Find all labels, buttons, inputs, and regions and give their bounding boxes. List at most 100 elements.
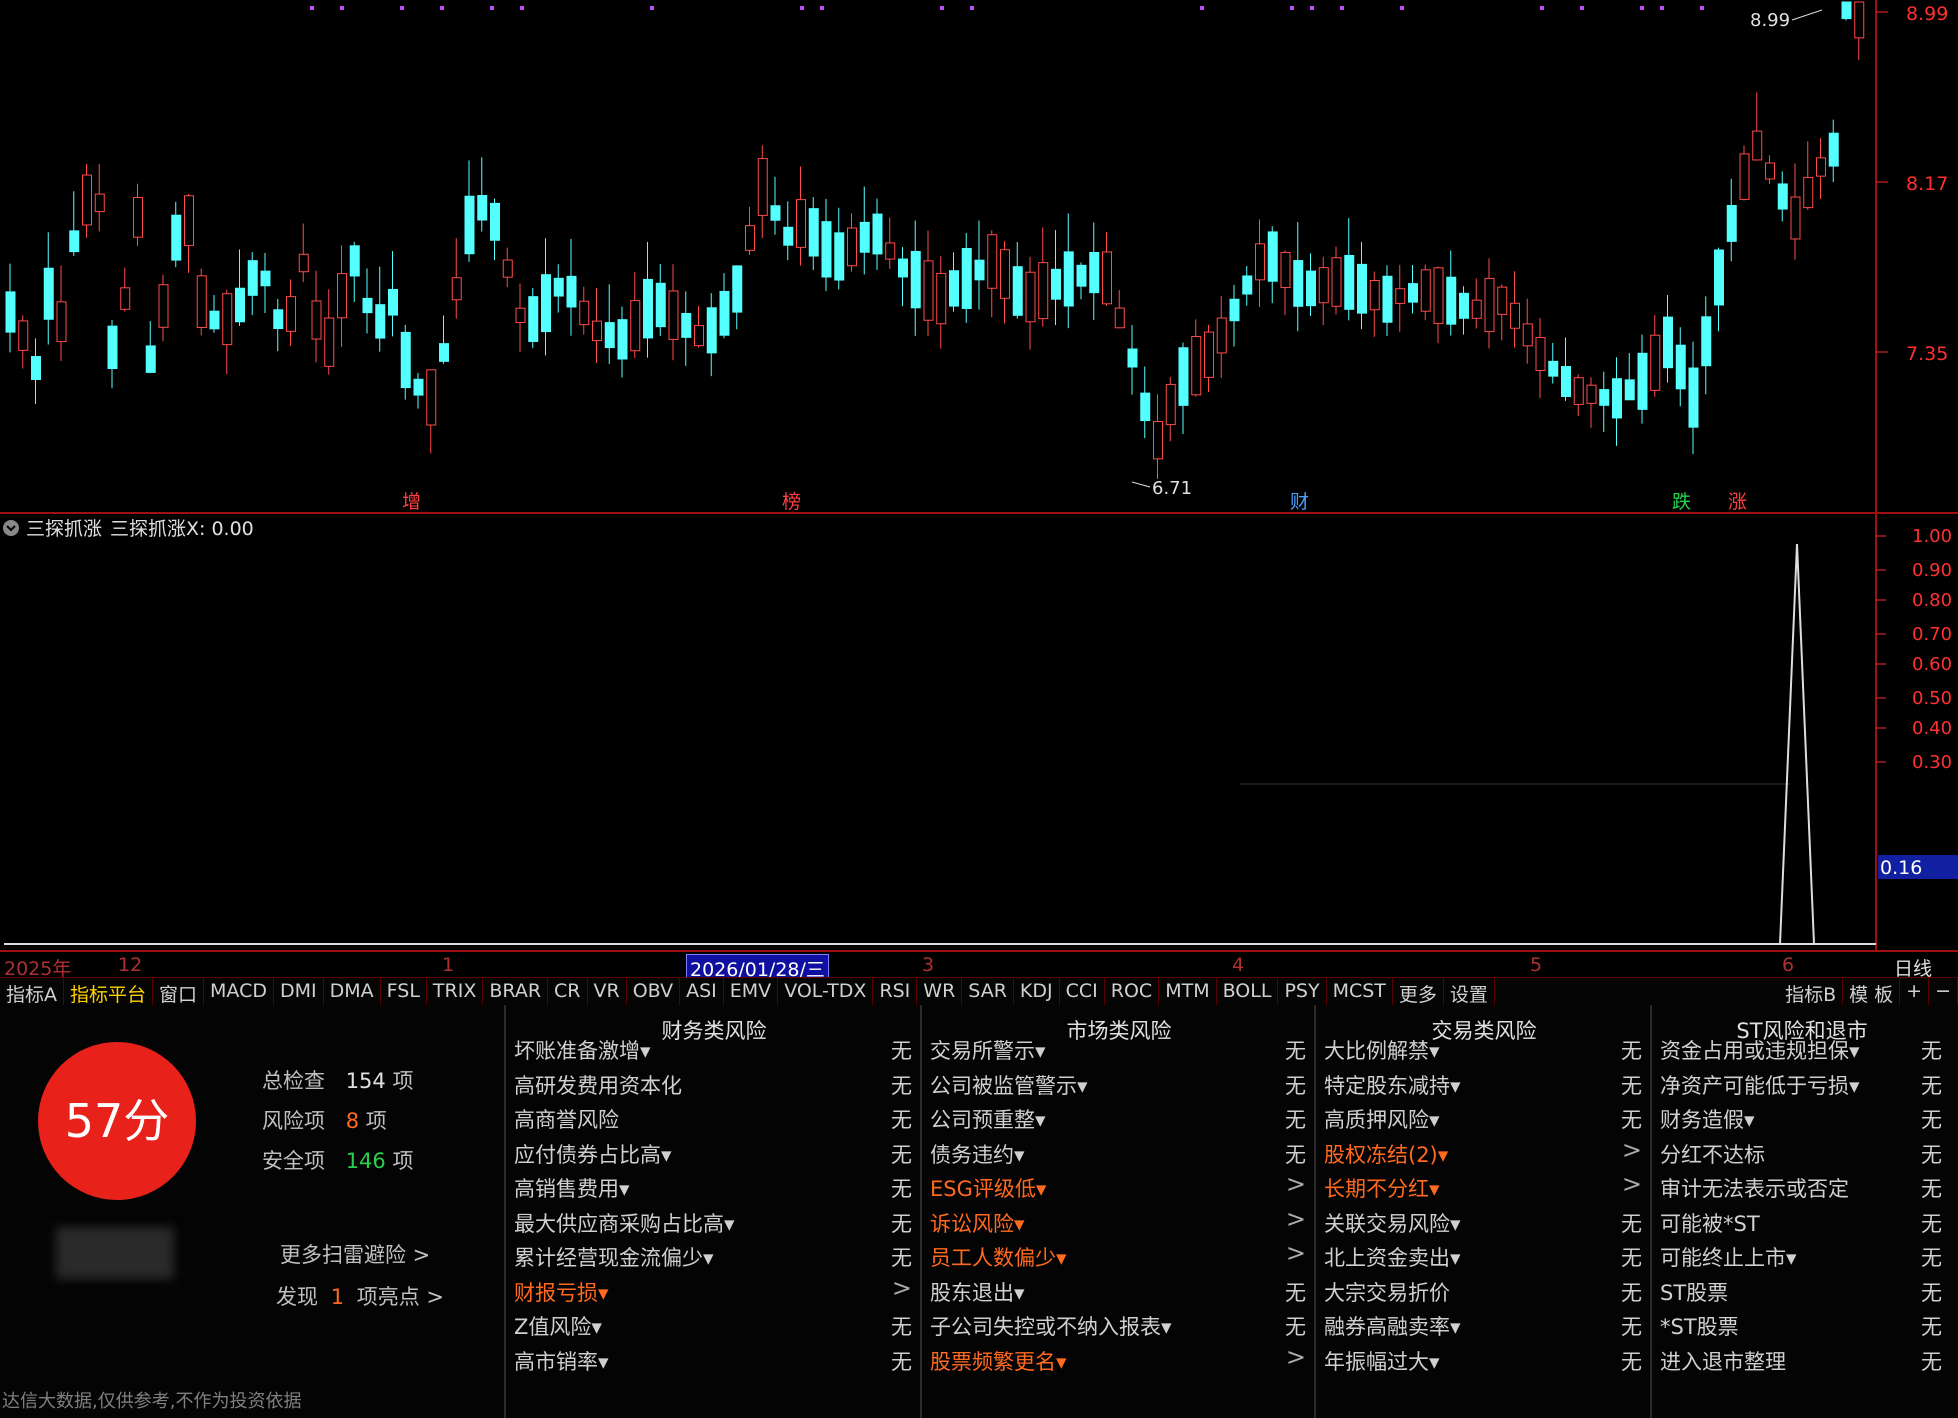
risk-row[interactable]: 高销售费用▾ 无 bbox=[514, 1173, 912, 1205]
risk-items: 风险项 8 项 bbox=[262, 1105, 387, 1135]
risk-row[interactable]: 子公司失控或不纳入报表▾ 无 bbox=[930, 1311, 1306, 1343]
risk-row[interactable]: 高市销率▾ 无 bbox=[514, 1346, 912, 1378]
risk-row[interactable]: 审计无法表示或否定 无 bbox=[1660, 1173, 1942, 1205]
tab-wr[interactable]: WR bbox=[917, 978, 963, 1005]
chevron-right-icon[interactable]: > bbox=[1286, 1343, 1306, 1371]
tab--[interactable]: 窗口 bbox=[153, 978, 205, 1006]
tab--[interactable]: 设置 bbox=[1444, 978, 1495, 1006]
risk-row[interactable]: 融券高融卖率▾ 无 bbox=[1324, 1311, 1642, 1343]
tab-right-1[interactable]: 模 板 bbox=[1843, 978, 1901, 1006]
tab-roc[interactable]: ROC bbox=[1105, 978, 1160, 1005]
risk-row[interactable]: 坏账准备激增▾ 无 bbox=[514, 1035, 912, 1067]
tab-vr[interactable]: VR bbox=[588, 978, 627, 1005]
tab--[interactable]: 更多 bbox=[1393, 978, 1444, 1006]
tab-right-3[interactable]: − bbox=[1929, 978, 1958, 1005]
price-chart[interactable]: 8.99 8.17 7.35 8.99 6.71 增 榜 财 跌 涨 bbox=[0, 0, 1958, 512]
chevron-right-icon[interactable]: > bbox=[1286, 1205, 1306, 1233]
tab-dma[interactable]: DMA bbox=[324, 978, 381, 1005]
tab-vol-tdx[interactable]: VOL-TDX bbox=[778, 978, 874, 1005]
indicator-axis-tick: 0.30 bbox=[1912, 752, 1952, 773]
tab-dmi[interactable]: DMI bbox=[274, 978, 324, 1005]
risk-row[interactable]: Z值风险▾ 无 bbox=[514, 1311, 912, 1343]
tab-rsi[interactable]: RSI bbox=[873, 978, 918, 1005]
risk-row[interactable]: 公司被监管警示▾ 无 bbox=[930, 1070, 1306, 1102]
chevron-right-icon[interactable]: > bbox=[892, 1274, 912, 1302]
risk-row[interactable]: *ST股票 无 bbox=[1660, 1311, 1942, 1343]
chevron-right-icon[interactable]: > bbox=[1286, 1170, 1306, 1198]
risk-row[interactable]: 交易所警示▾ 无 bbox=[930, 1035, 1306, 1067]
candle bbox=[375, 304, 386, 339]
tab-trix[interactable]: TRIX bbox=[427, 978, 484, 1005]
risk-row-label: 员工人数偏少▾ bbox=[930, 1246, 1067, 1270]
risk-row[interactable]: 股票频繁更名▾ > bbox=[930, 1343, 1306, 1378]
tab--[interactable]: 指标平台 bbox=[64, 978, 154, 1006]
risk-row[interactable]: 财务造假▾ 无 bbox=[1660, 1104, 1942, 1136]
tab-cr[interactable]: CR bbox=[548, 978, 588, 1005]
risk-row[interactable]: 大比例解禁▾ 无 bbox=[1324, 1035, 1642, 1067]
chevron-right-icon[interactable]: > bbox=[1622, 1136, 1642, 1164]
tab-mcst[interactable]: MCST bbox=[1327, 978, 1393, 1005]
chevron-right-icon[interactable]: > bbox=[1622, 1170, 1642, 1198]
risk-row[interactable]: 诉讼风险▾ > bbox=[930, 1205, 1306, 1240]
risk-row[interactable]: 北上资金卖出▾ 无 bbox=[1324, 1242, 1642, 1274]
risk-items-value: 8 bbox=[345, 1109, 360, 1133]
tab-sar[interactable]: SAR bbox=[962, 978, 1014, 1005]
tab-cci[interactable]: CCI bbox=[1060, 978, 1105, 1005]
risk-row[interactable]: 可能被*ST 无 bbox=[1660, 1208, 1942, 1240]
candle bbox=[1357, 263, 1367, 314]
highlights-link[interactable]: 发现 1 项亮点 > bbox=[276, 1281, 444, 1311]
risk-column-2: 交易类风险 大比例解禁▾ 无特定股东减持▾ 无高质押风险▾ 无股权冻结(2)▾ > 长期不分… bbox=[1314, 1005, 1652, 1418]
risk-row[interactable]: 累计经营现金流偏少▾ 无 bbox=[514, 1242, 912, 1274]
risk-row[interactable]: 年振幅过大▾ 无 bbox=[1324, 1346, 1642, 1378]
risk-row[interactable]: ESG评级低▾ > bbox=[930, 1170, 1306, 1205]
risk-row[interactable]: 高商誉风险 无 bbox=[514, 1104, 912, 1136]
tab-fsl[interactable]: FSL bbox=[381, 978, 427, 1005]
risk-row[interactable]: 最大供应商采购占比高▾ 无 bbox=[514, 1208, 912, 1240]
tab--a[interactable]: 指标A bbox=[0, 978, 64, 1006]
tab-mtm[interactable]: MTM bbox=[1159, 978, 1217, 1005]
risk-row[interactable]: 可能终止上市▾ 无 bbox=[1660, 1242, 1942, 1274]
tab-right-0[interactable]: 指标B bbox=[1779, 978, 1844, 1006]
event-marker-die[interactable]: 跌 bbox=[1672, 491, 1691, 512]
tab-brar[interactable]: BRAR bbox=[483, 978, 549, 1005]
tab-boll[interactable]: BOLL bbox=[1217, 978, 1279, 1005]
risk-row[interactable]: 关联交易风险▾ 无 bbox=[1324, 1208, 1642, 1240]
risk-row[interactable]: 高研发费用资本化 无 bbox=[514, 1070, 912, 1102]
tab-asi[interactable]: ASI bbox=[680, 978, 724, 1005]
risk-row[interactable]: 大宗交易折价 无 bbox=[1324, 1277, 1642, 1309]
risk-row[interactable]: 进入退市整理 无 bbox=[1660, 1346, 1942, 1378]
tab-emv[interactable]: EMV bbox=[724, 978, 779, 1005]
risk-row[interactable]: 股东退出▾ 无 bbox=[930, 1277, 1306, 1309]
candle bbox=[1612, 378, 1622, 419]
risk-row-value: 无 bbox=[891, 1177, 912, 1201]
tab-kdj[interactable]: KDJ bbox=[1014, 978, 1060, 1005]
candle bbox=[311, 300, 322, 340]
tab-macd[interactable]: MACD bbox=[204, 978, 274, 1005]
high-price-label: 8.99 bbox=[1750, 10, 1790, 31]
event-marker-zeng[interactable]: 增 bbox=[402, 491, 421, 512]
risk-row[interactable]: 高质押风险▾ 无 bbox=[1324, 1104, 1642, 1136]
risk-row[interactable]: 财报亏损▾ > bbox=[514, 1274, 912, 1309]
risk-row-value: 无 bbox=[1921, 1073, 1942, 1098]
risk-row[interactable]: 长期不分红▾ > bbox=[1324, 1170, 1642, 1205]
risk-row[interactable]: 资金占用或违规担保▾ 无 bbox=[1660, 1035, 1942, 1067]
risk-row[interactable]: 净资产可能低于亏损▾ 无 bbox=[1660, 1070, 1942, 1102]
chevron-right-icon[interactable]: > bbox=[1286, 1239, 1306, 1267]
risk-row[interactable]: 特定股东减持▾ 无 bbox=[1324, 1070, 1642, 1102]
risk-row[interactable]: 分红不达标 无 bbox=[1660, 1139, 1942, 1171]
risk-row[interactable]: 员工人数偏少▾ > bbox=[930, 1239, 1306, 1274]
more-scan-link[interactable]: 更多扫雷避险 > bbox=[280, 1239, 430, 1269]
collapse-icon[interactable] bbox=[3, 520, 19, 536]
risk-row[interactable]: 应付债券占比高▾ 无 bbox=[514, 1139, 912, 1171]
tab-right-2[interactable]: + bbox=[1900, 978, 1930, 1005]
tab-obv[interactable]: OBV bbox=[627, 978, 681, 1005]
indicator-chart[interactable]: 三探抓涨 三探抓涨X: 0.00 1.00 0.90 0.80 0.70 0.60 0.5… bbox=[0, 514, 1958, 950]
event-marker-cai[interactable]: 财 bbox=[1290, 491, 1309, 512]
risk-row[interactable]: 债务违约▾ 无 bbox=[930, 1139, 1306, 1171]
event-marker-bang[interactable]: 榜 bbox=[782, 491, 801, 512]
event-marker-zhang[interactable]: 涨 bbox=[1728, 491, 1747, 512]
tab-psy[interactable]: PSY bbox=[1278, 978, 1327, 1005]
risk-row[interactable]: 公司预重整▾ 无 bbox=[930, 1104, 1306, 1136]
risk-row[interactable]: 股权冻结(2)▾ > bbox=[1324, 1136, 1642, 1171]
risk-row[interactable]: ST股票 无 bbox=[1660, 1277, 1942, 1309]
